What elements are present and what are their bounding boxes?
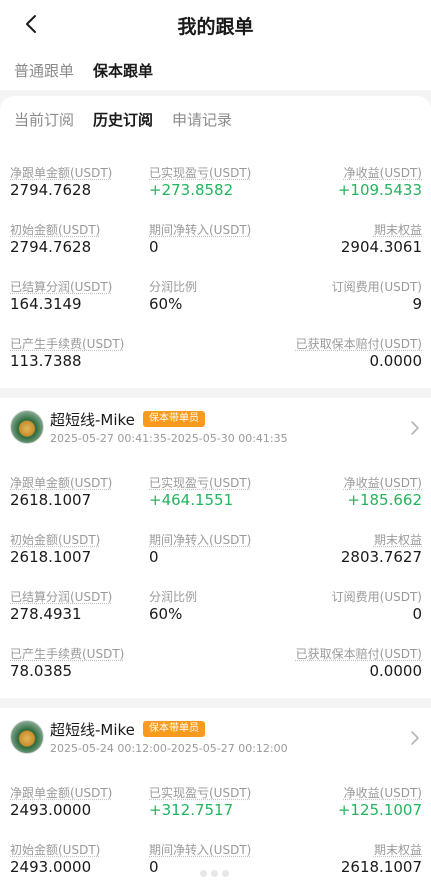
share-ratio-value: 60% (149, 605, 183, 623)
subscription-fee-label: 订阅费用(USDT) (331, 280, 422, 294)
loading-dot (211, 870, 218, 877)
net-copy-amount-value: 2794.7628 (10, 181, 92, 199)
fees-label: 已产生手续费(USDT) (10, 647, 125, 661)
net-profit-label: 净收益(USDT) (343, 476, 422, 490)
subscription-fee-value: 9 (412, 295, 422, 313)
net-transfer-value: 0 (149, 548, 159, 566)
settled-share-label: 已结算分润(USDT) (10, 590, 113, 604)
avatar (10, 410, 44, 444)
settled-share-value: 278.4931 (10, 605, 82, 623)
net-profit-value: +109.5433 (337, 181, 422, 199)
chevron-right-icon[interactable] (409, 730, 421, 746)
page-title: 我的跟单 (177, 16, 254, 38)
ending-equity-value: 2618.1007 (340, 858, 422, 876)
net-copy-amount-value: 2493.0000 (10, 801, 92, 819)
nav-bar: 我的跟单 (0, 0, 431, 48)
realized-pnl-label: 已实现盈亏(USDT) (149, 476, 252, 490)
tab-current-subscription[interactable]: 当前订阅 (14, 109, 74, 130)
net-profit-label: 净收益(USDT) (343, 786, 422, 800)
ending-equity-value: 2803.7627 (340, 548, 422, 566)
subscription-period: 2025-05-24 00:12:00-2025-05-27 00:12:00 (50, 742, 288, 755)
guarantee-compensation-value: 0.0000 (369, 662, 423, 680)
initial-amount-label: 初始金额(USDT) (10, 223, 101, 237)
settled-share-label: 已结算分润(USDT) (10, 280, 113, 294)
segment-bar: 普通跟单 保本跟单 (0, 48, 431, 90)
avatar (10, 720, 44, 754)
guarantee-compensation-label: 已获取保本赔付(USDT) (295, 647, 422, 661)
realized-pnl-value: +273.8582 (149, 181, 234, 199)
loading-dot (222, 870, 229, 877)
realized-pnl-value: +464.1551 (149, 491, 234, 509)
guarantee-trader-badge: 保本带单员 (143, 721, 205, 737)
net-copy-amount-value: 2618.1007 (10, 491, 92, 509)
tab-application-records[interactable]: 申请记录 (172, 109, 232, 130)
subscription-fee-label: 订阅费用(USDT) (331, 590, 422, 604)
initial-amount-value: 2493.0000 (10, 858, 92, 876)
initial-amount-value: 2794.7628 (10, 238, 92, 256)
realized-pnl-label: 已实现盈亏(USDT) (149, 166, 252, 180)
fees-label: 已产生手续费(USDT) (10, 337, 125, 351)
net-copy-amount-label: 净跟单金额(USDT) (10, 166, 113, 180)
net-transfer-label: 期间净转入(USDT) (149, 533, 252, 547)
ending-equity-label: 期末权益 (373, 843, 422, 857)
fees-value: 113.7388 (10, 352, 82, 370)
ending-equity-label: 期末权益 (373, 533, 422, 547)
divider (0, 388, 431, 398)
fees-value: 78.0385 (10, 662, 73, 680)
guarantee-compensation-value: 0.0000 (369, 352, 423, 370)
trader-name: 超短线-Mike (50, 411, 135, 429)
realized-pnl-value: +312.7517 (149, 801, 234, 819)
initial-amount-label: 初始金额(USDT) (10, 843, 101, 857)
net-profit-label: 净收益(USDT) (343, 166, 422, 180)
tab-bar: 当前订阅 历史订阅 申请记录 (0, 96, 431, 142)
loading-dot (200, 870, 207, 877)
net-copy-amount-label: 净跟单金额(USDT) (10, 476, 113, 490)
loading-indicator (200, 870, 230, 878)
initial-amount-value: 2618.1007 (10, 548, 92, 566)
guarantee-trader-badge: 保本带单员 (143, 411, 205, 427)
net-copy-amount-label: 净跟单金额(USDT) (10, 786, 113, 800)
settled-share-value: 164.3149 (10, 295, 82, 313)
subscription-fee-value: 0 (412, 605, 422, 623)
segment-normal-copy[interactable]: 普通跟单 (14, 60, 74, 81)
realized-pnl-label: 已实现盈亏(USDT) (149, 786, 252, 800)
net-transfer-label: 期间净转入(USDT) (149, 223, 252, 237)
tab-history-subscription[interactable]: 历史订阅 (93, 109, 153, 130)
net-profit-value: +185.662 (347, 491, 422, 509)
net-profit-value: +125.1007 (337, 801, 422, 819)
subscription-period: 2025-05-27 00:41:35-2025-05-30 00:41:35 (50, 432, 288, 445)
guarantee-compensation-label: 已获取保本赔付(USDT) (295, 337, 422, 351)
ending-equity-value: 2904.3061 (340, 238, 422, 256)
initial-amount-label: 初始金额(USDT) (10, 533, 101, 547)
divider (0, 698, 431, 708)
ending-equity-label: 期末权益 (373, 223, 422, 237)
segment-guaranteed-copy[interactable]: 保本跟单 (93, 60, 153, 81)
net-transfer-value: 0 (149, 858, 159, 876)
net-transfer-label: 期间净转入(USDT) (149, 843, 252, 857)
trader-name: 超短线-Mike (50, 721, 135, 739)
share-ratio-label: 分润比例 (149, 280, 198, 294)
share-ratio-label: 分润比例 (149, 590, 198, 604)
net-transfer-value: 0 (149, 238, 159, 256)
share-ratio-value: 60% (149, 295, 183, 313)
chevron-right-icon[interactable] (409, 420, 421, 436)
